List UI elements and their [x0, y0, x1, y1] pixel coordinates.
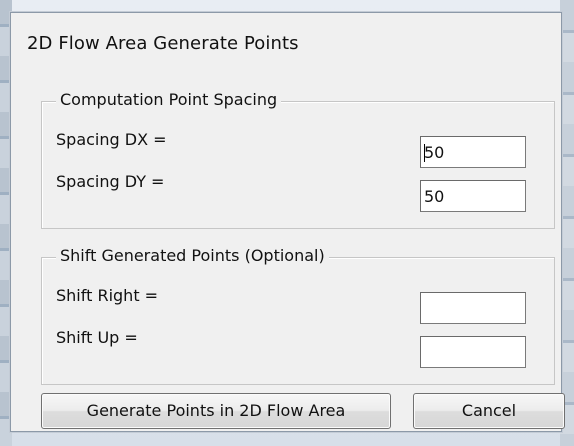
spacing-dy-label: Spacing DY = [56, 172, 165, 191]
shift-group-legend: Shift Generated Points (Optional) [56, 246, 329, 265]
generate-points-button[interactable]: Generate Points in 2D Flow Area [41, 393, 391, 429]
screen: 2D Flow Area Generate Points Computation… [0, 0, 574, 446]
spacing-dy-value: 50 [424, 187, 445, 206]
text-caret [424, 143, 425, 162]
spacing-dx-value: 50 [424, 143, 445, 162]
background-window-edge-right [560, 0, 574, 446]
shift-up-label: Shift Up = [56, 328, 138, 347]
computation-point-spacing-group: Computation Point Spacing Spacing DX = 5… [41, 90, 555, 229]
spacing-dx-input[interactable]: 50 [420, 136, 526, 168]
shift-up-input[interactable] [420, 336, 526, 368]
dialog-title: 2D Flow Area Generate Points [27, 33, 299, 54]
shift-generated-points-group: Shift Generated Points (Optional) Shift … [41, 246, 555, 385]
spacing-group-legend: Computation Point Spacing [56, 90, 282, 109]
shift-right-label: Shift Right = [56, 286, 159, 305]
spacing-dy-input[interactable]: 50 [420, 180, 526, 212]
cancel-button[interactable]: Cancel [413, 393, 565, 429]
generate-points-dialog: 2D Flow Area Generate Points Computation… [10, 12, 565, 432]
spacing-dx-label: Spacing DX = [56, 130, 167, 149]
shift-right-input[interactable] [420, 292, 526, 324]
